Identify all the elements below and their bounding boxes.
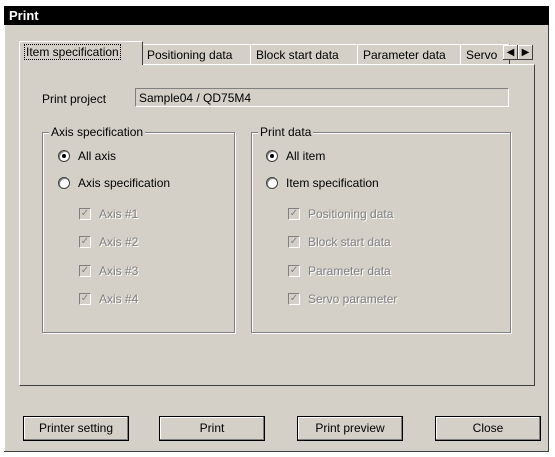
printer-setting-button[interactable]: Printer setting [23, 416, 129, 441]
group-title: Axis specification [49, 125, 146, 139]
checkbox-label: Servo parameter [308, 292, 398, 306]
radio-all-item[interactable] [266, 150, 278, 162]
radio-dot [270, 154, 274, 158]
tab-scroll-left-icon[interactable]: ◀ [503, 45, 518, 60]
checkbox-label: Parameter data [308, 264, 391, 278]
radio-all-axis[interactable] [58, 150, 70, 162]
window-title: Print [9, 8, 39, 23]
checkbox-label: Block start data [308, 235, 391, 249]
print-project-field: Sample04 / QD75M4 [135, 88, 509, 107]
tab-item-specification[interactable]: Item specification [19, 41, 143, 65]
checkbox-block-start-data[interactable]: ✓ [288, 236, 300, 248]
checkbox-axis-3[interactable]: ✓ [79, 265, 91, 277]
title-bar: Print [4, 6, 549, 25]
checkbox-label: Axis #2 [99, 235, 139, 249]
group-title: Print data [258, 125, 314, 139]
checkbox-label: Positioning data [308, 207, 394, 221]
tab-label: Servo [466, 48, 498, 62]
radio-item-specification[interactable] [266, 177, 278, 189]
radio-dot [62, 154, 66, 158]
tab-scroll-right-icon[interactable]: ▶ [518, 45, 533, 60]
checkbox-axis-1[interactable]: ✓ [79, 208, 91, 220]
checkbox-positioning-data[interactable]: ✓ [288, 208, 300, 220]
print-button[interactable]: Print [159, 416, 265, 441]
print-preview-button[interactable]: Print preview [297, 416, 403, 441]
checkbox-label: Axis #1 [99, 207, 139, 221]
tab-block-start-data[interactable]: Block start data [250, 44, 358, 65]
checkbox-label: Axis #4 [99, 292, 139, 306]
checkbox-parameter-data[interactable]: ✓ [288, 265, 300, 277]
checkbox-axis-2[interactable]: ✓ [79, 236, 91, 248]
radio-label: All axis [78, 149, 117, 163]
tab-positioning-data[interactable]: Positioning data [141, 44, 251, 65]
radio-axis-specification[interactable] [58, 177, 70, 189]
tab-strip: Item specification Positioning data Bloc… [19, 41, 533, 66]
radio-label: Axis specification [78, 176, 171, 190]
tab-label: Item specification [24, 44, 121, 60]
tab-label: Positioning data [147, 48, 233, 62]
close-button[interactable]: Close [435, 416, 541, 441]
tab-label: Parameter data [363, 48, 446, 62]
axis-specification-group: Axis specification [42, 125, 235, 333]
checkbox-servo-parameter[interactable]: ✓ [288, 293, 300, 305]
radio-label: All item [286, 149, 326, 163]
tab-parameter-data[interactable]: Parameter data [357, 44, 461, 65]
checkbox-label: Axis #3 [99, 264, 139, 278]
radio-label: Item specification [286, 176, 379, 190]
tab-label: Block start data [256, 48, 339, 62]
print-project-label: Print project [42, 92, 107, 106]
checkbox-axis-4[interactable]: ✓ [79, 293, 91, 305]
